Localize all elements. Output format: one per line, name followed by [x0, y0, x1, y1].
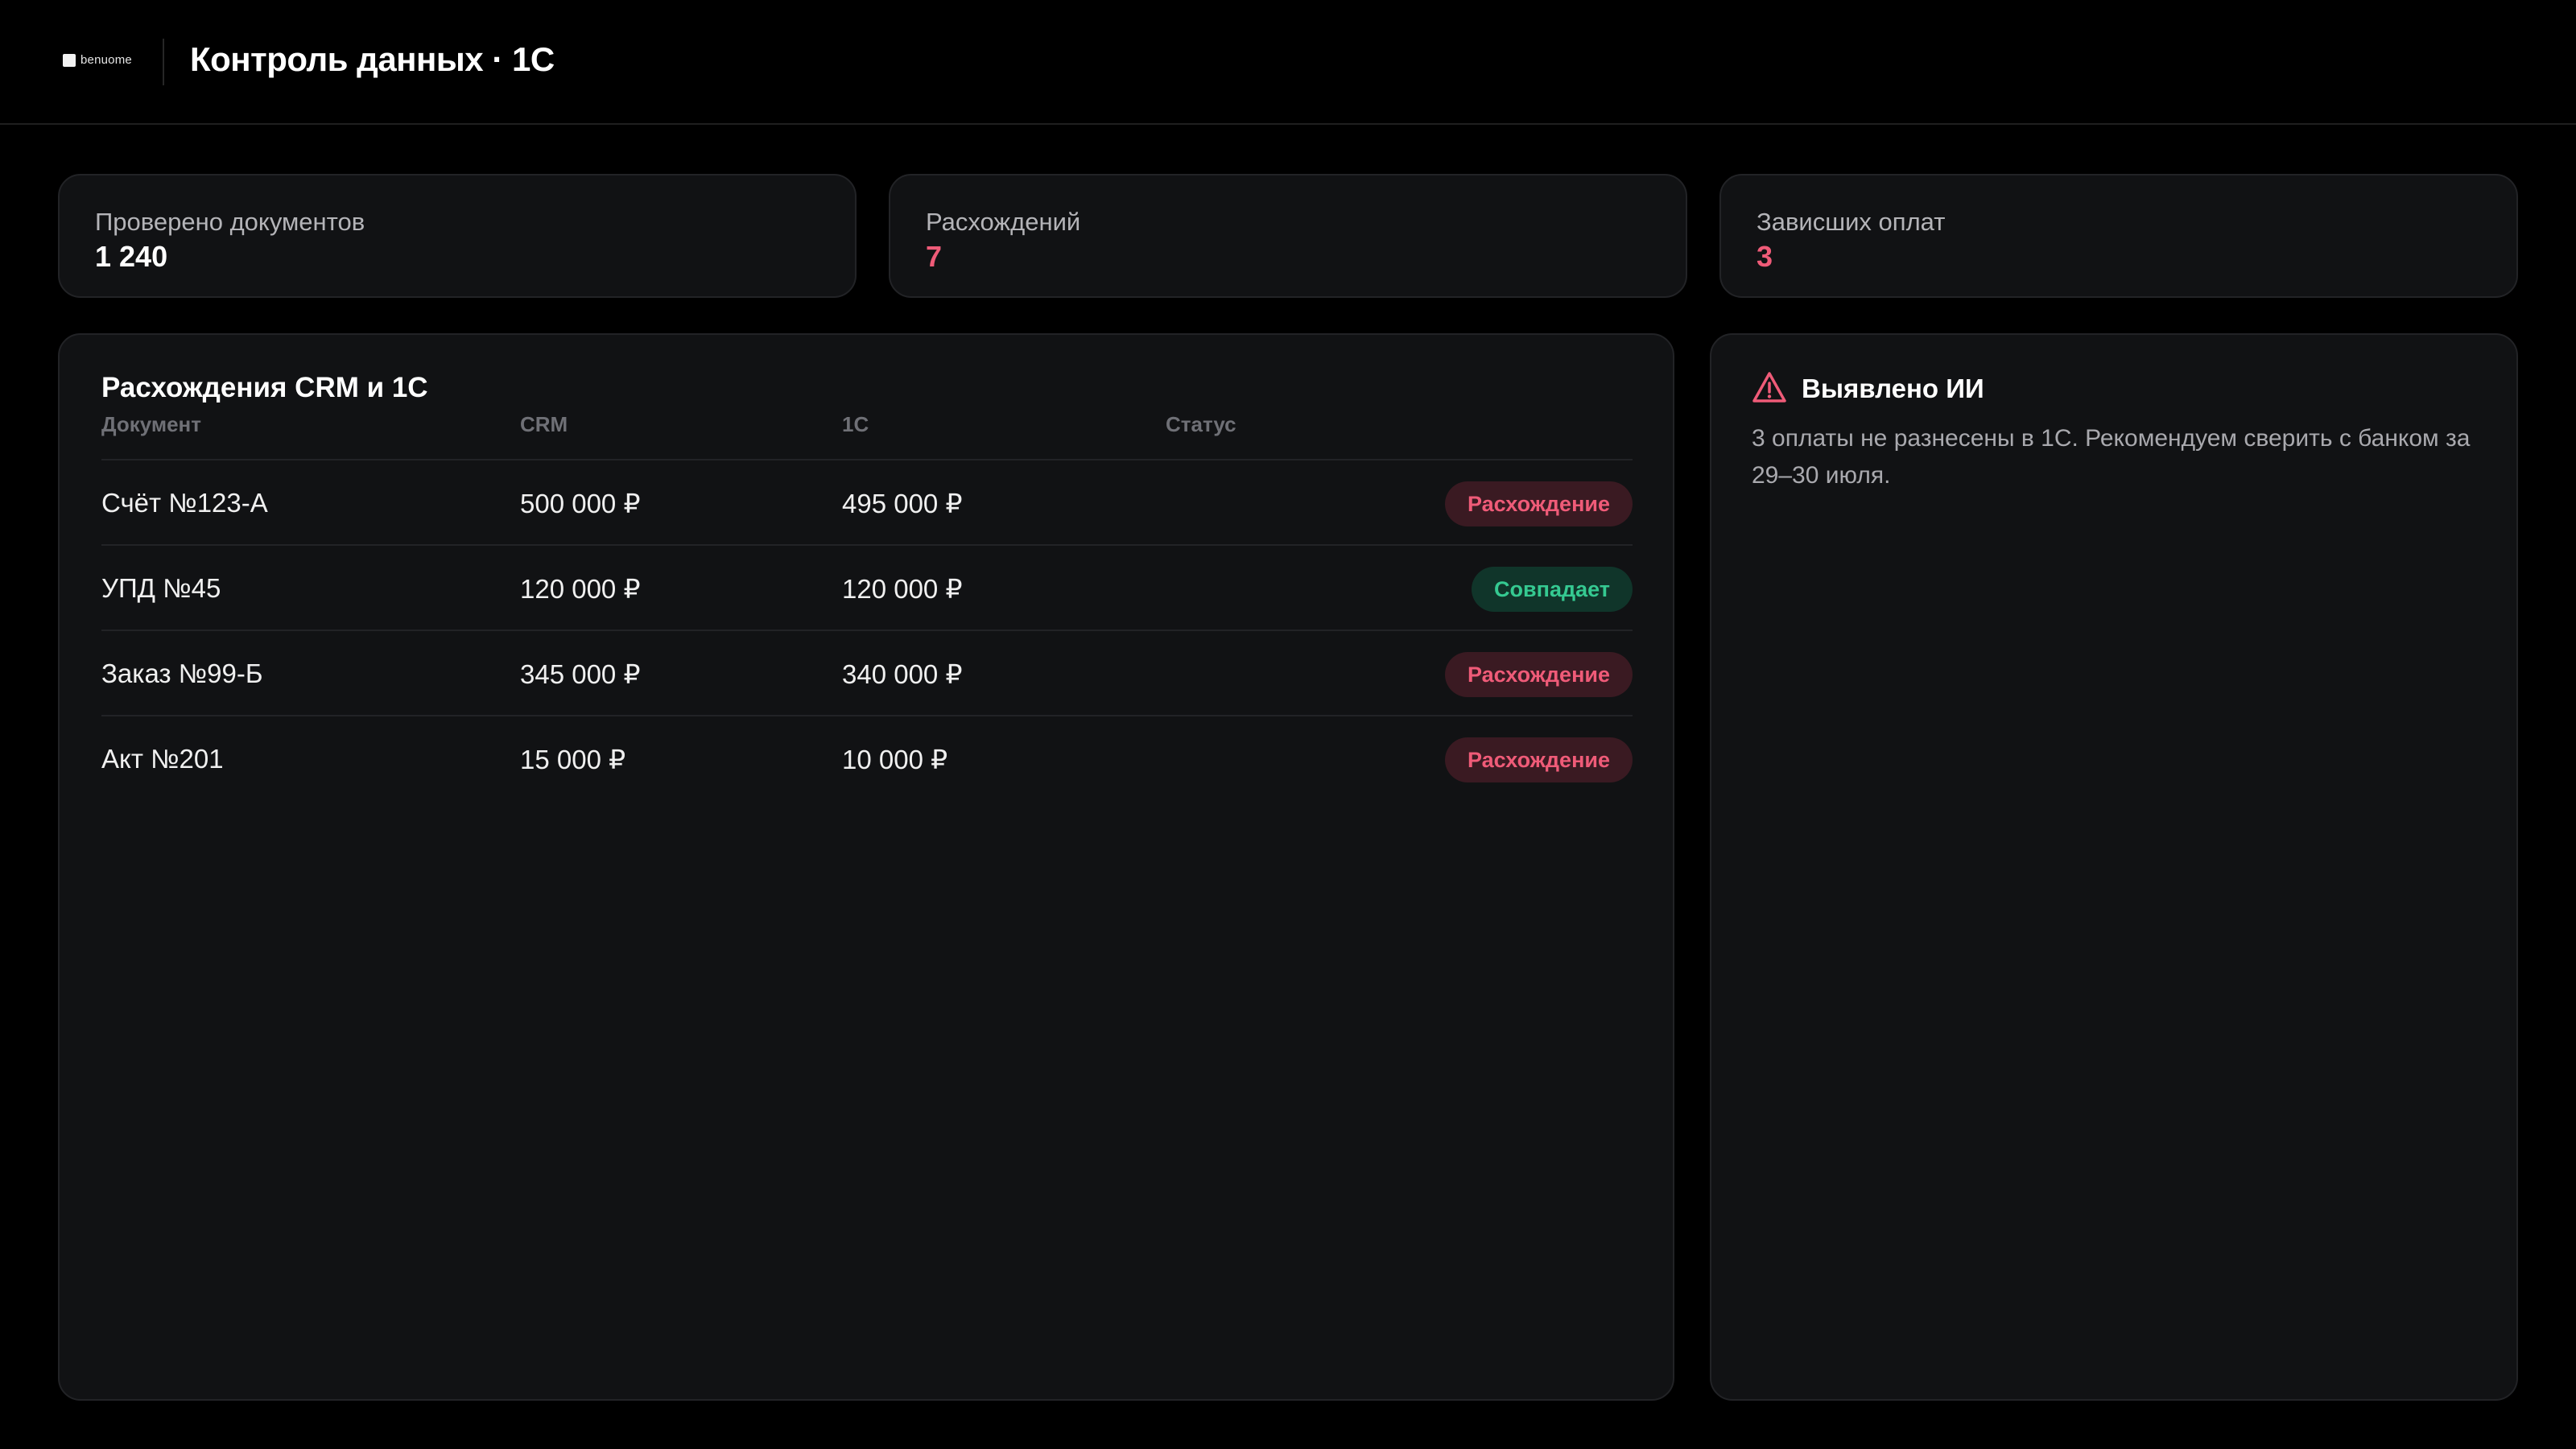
- cell-document: Счёт №123-А: [101, 488, 268, 518]
- status-badge: Совпадает: [1472, 567, 1633, 612]
- table-row[interactable]: Счёт №123-А 500 000 ₽ 495 000 ₽ Расхожде…: [101, 459, 1633, 544]
- logo-mark-icon: [63, 53, 76, 67]
- cell-document: Акт №201: [101, 744, 224, 774]
- status-badge: Расхождение: [1444, 481, 1633, 526]
- table-row[interactable]: УПД №45 120 000 ₽ 120 000 ₽ Совпадает: [101, 544, 1633, 630]
- stat-value: 7: [926, 240, 943, 273]
- ai-findings-card: Выявлено ИИ 3 оплаты не разнесены в 1С. …: [1710, 333, 2518, 1401]
- app-header: benuome Контроль данных · 1С: [0, 0, 2576, 125]
- status-badge: Расхождение: [1444, 737, 1633, 782]
- cell-crm: 345 000 ₽: [520, 659, 641, 689]
- cell-crm: 15 000 ₽: [520, 745, 626, 774]
- stat-card-discrepancies: Расхождений 7: [889, 174, 1687, 298]
- cell-1c: 495 000 ₽: [842, 489, 963, 518]
- cell-crm: 120 000 ₽: [520, 574, 641, 604]
- cell-1c: 340 000 ₽: [842, 659, 963, 689]
- status-badge: Расхождение: [1444, 652, 1633, 697]
- stat-value: 3: [1757, 240, 1773, 273]
- stat-value: 1 240: [95, 240, 168, 273]
- stat-label: Расхождений: [926, 208, 1081, 236]
- cell-document: Заказ №99-Б: [101, 658, 263, 688]
- column-header-document: Документ: [101, 412, 201, 436]
- cell-1c: 10 000 ₽: [842, 745, 948, 774]
- discrepancy-table-card: Расхождения CRM и 1С Документ CRM 1С Ста…: [58, 333, 1674, 1401]
- ai-panel-title: Выявлено ИИ: [1802, 374, 1984, 403]
- cell-crm: 500 000 ₽: [520, 489, 641, 518]
- column-header-1c: 1С: [842, 412, 869, 436]
- table-title: Расхождения CRM и 1С: [101, 372, 428, 403]
- stat-card-checked-documents: Проверено документов 1 240: [58, 174, 857, 298]
- table-row[interactable]: Акт №201 15 000 ₽ 10 000 ₽ Расхождение: [101, 715, 1633, 800]
- column-header-crm: CRM: [520, 412, 568, 436]
- page-title: Контроль данных · 1С: [190, 40, 555, 78]
- stat-card-stuck-payments: Зависших оплат 3: [1719, 174, 2518, 298]
- stat-label: Зависших оплат: [1757, 208, 1946, 236]
- ai-panel-text: 3 оплаты не разнесены в 1С. Рекомендуем …: [1752, 425, 2471, 489]
- column-header-status: Статус: [1166, 412, 1236, 436]
- header-divider: [163, 39, 164, 85]
- cell-document: УПД №45: [101, 573, 221, 603]
- table-row[interactable]: Заказ №99-Б 345 000 ₽ 340 000 ₽ Расхожде…: [101, 630, 1633, 715]
- stat-label: Проверено документов: [95, 208, 365, 236]
- brand-logo[interactable]: benuome: [63, 53, 132, 67]
- cell-1c: 120 000 ₽: [842, 574, 963, 604]
- logo-text: benuome: [80, 53, 132, 67]
- warning-triangle-icon: [1752, 372, 1786, 402]
